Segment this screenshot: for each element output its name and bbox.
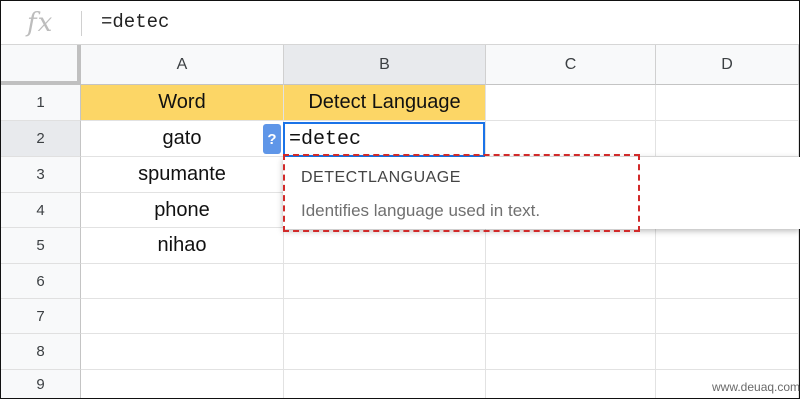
column-header-a[interactable]: A <box>81 45 284 85</box>
cell-a7[interactable] <box>81 299 284 334</box>
cell-a8[interactable] <box>81 334 284 370</box>
row-header-5[interactable]: 5 <box>1 228 81 264</box>
cell-a9[interactable] <box>81 370 284 399</box>
cell-d6[interactable] <box>656 264 799 299</box>
row-header-1[interactable]: 1 <box>1 85 81 121</box>
cell-c5[interactable] <box>486 228 656 264</box>
cell-b5[interactable] <box>284 228 486 264</box>
annotation-dashed-box <box>283 154 640 232</box>
cell-c8[interactable] <box>486 334 656 370</box>
cell-d7[interactable] <box>656 299 799 334</box>
cell-a2[interactable]: gato <box>81 121 284 157</box>
cell-a4[interactable]: phone <box>81 193 284 228</box>
cell-a3[interactable]: spumante <box>81 157 284 193</box>
row-header-9[interactable]: 9 <box>1 370 81 399</box>
fx-icon: fx <box>27 8 54 38</box>
cell-d5[interactable] <box>656 228 799 264</box>
row-header-4[interactable]: 4 <box>1 193 81 228</box>
formula-bar: fx =detec <box>1 1 799 45</box>
site-watermark: www.deuaq.com <box>712 380 800 394</box>
active-cell-editor[interactable]: =detec <box>283 122 485 157</box>
cell-c6[interactable] <box>486 264 656 299</box>
column-header-b[interactable]: B <box>284 45 486 85</box>
row-header-2[interactable]: 2 <box>1 121 81 157</box>
row-header-3[interactable]: 3 <box>1 157 81 193</box>
cell-a1[interactable]: Word <box>81 85 284 121</box>
row-header-6[interactable]: 6 <box>1 264 81 299</box>
cell-d2[interactable] <box>656 121 799 157</box>
cell-b8[interactable] <box>284 334 486 370</box>
cell-b1[interactable]: Detect Language <box>284 85 486 121</box>
cell-a5[interactable]: nihao <box>81 228 284 264</box>
cell-b6[interactable] <box>284 264 486 299</box>
cell-a6[interactable] <box>81 264 284 299</box>
formula-input[interactable]: =detec <box>101 11 169 33</box>
cell-c2[interactable] <box>486 121 656 157</box>
row-header-7[interactable]: 7 <box>1 299 81 334</box>
cell-c9[interactable] <box>486 370 656 399</box>
screenshot-frame: fx =detec A B C D 1 2 3 4 5 6 7 8 9 Word… <box>0 0 800 399</box>
cell-c7[interactable] <box>486 299 656 334</box>
active-cell-text: =detec <box>289 128 362 151</box>
row-header-8[interactable]: 8 <box>1 334 81 370</box>
formula-bar-separator <box>81 11 82 36</box>
cell-d1[interactable] <box>656 85 799 121</box>
formula-help-icon[interactable]: ? <box>263 124 281 154</box>
cell-c1[interactable] <box>486 85 656 121</box>
column-header-d[interactable]: D <box>656 45 799 85</box>
cell-b7[interactable] <box>284 299 486 334</box>
cell-b9[interactable] <box>284 370 486 399</box>
cell-d8[interactable] <box>656 334 799 370</box>
column-header-c[interactable]: C <box>486 45 656 85</box>
select-all-corner[interactable] <box>1 45 81 85</box>
